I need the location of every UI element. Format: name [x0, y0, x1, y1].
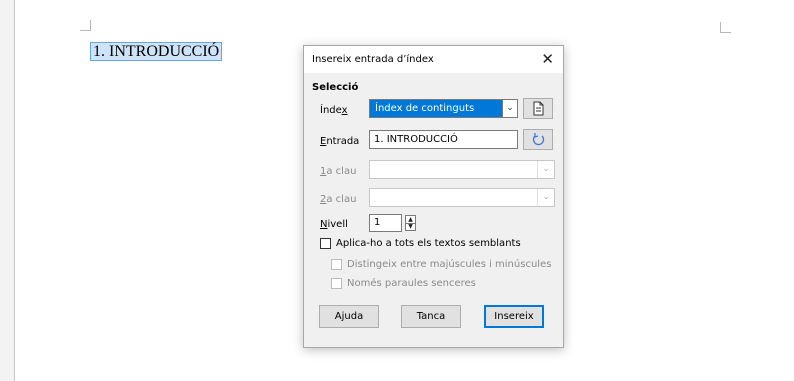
match-case-label: Distingeix entre majúscules i minúscules	[347, 259, 552, 270]
whole-words-label: Només paraules senceres	[347, 278, 476, 289]
level-label: Nivell	[320, 219, 348, 230]
chevron-down-icon[interactable]: ⌄	[537, 161, 554, 178]
insert-index-entry-dialog: Insereix entrada d’índex ✕ Selecció Índe…	[303, 45, 564, 348]
whole-words-checkbox-row[interactable]: Només paraules senceres	[331, 278, 531, 290]
level-field[interactable]: 1	[369, 214, 402, 232]
help-button[interactable]: Ajuda	[319, 305, 379, 328]
match-case-checkbox[interactable]	[331, 259, 342, 270]
section-heading-selection: Selecció	[312, 82, 359, 93]
key1-label: 1a clau	[320, 166, 357, 177]
close-button[interactable]: Tanca	[401, 305, 461, 328]
close-icon[interactable]: ✕	[541, 50, 554, 68]
level-spin-buttons[interactable]: ▲ ▼	[405, 215, 416, 231]
key1-combo[interactable]: ⌄	[369, 160, 555, 179]
entry-field[interactable]: 1. INTRODUCCIÓ	[369, 130, 518, 149]
apply-all-checkbox-row[interactable]: Aplica-ho a tots els textos semblants	[320, 238, 550, 250]
refresh-icon	[532, 133, 545, 146]
dialog-titlebar[interactable]: Insereix entrada d’índex ✕	[304, 46, 563, 73]
page-margin-corner-top-right	[720, 22, 731, 33]
apply-all-label: Aplica-ho a tots els textos semblants	[336, 238, 521, 249]
update-entry-button[interactable]	[523, 129, 553, 150]
key2-label: 2a clau	[320, 194, 357, 205]
spin-down-icon[interactable]: ▼	[406, 223, 415, 230]
left-ruler-strip	[0, 0, 15, 381]
chevron-down-icon[interactable]: ⌄	[502, 99, 518, 118]
chevron-down-icon[interactable]: ⌄	[537, 189, 554, 206]
insert-button[interactable]: Insereix	[484, 305, 544, 328]
level-value: 1	[374, 217, 381, 228]
entry-field-value: 1. INTRODUCCIÓ	[374, 134, 458, 145]
apply-all-checkbox[interactable]	[320, 238, 331, 249]
new-user-index-button[interactable]	[523, 98, 553, 119]
index-select-value: Índex de continguts	[375, 103, 475, 114]
whole-words-checkbox[interactable]	[331, 278, 342, 289]
selected-heading-text[interactable]: 1. INTRODUCCIÓ	[90, 42, 223, 61]
match-case-checkbox-row[interactable]: Distingeix entre majúscules i minúscules	[331, 259, 556, 271]
entry-label: Entrada	[320, 136, 360, 147]
index-label: Índex	[320, 105, 348, 116]
page-margin-corner-top-left	[80, 20, 91, 31]
new-document-icon	[533, 101, 544, 116]
index-select[interactable]: Índex de continguts ⌄	[369, 99, 518, 118]
dialog-title: Insereix entrada d’índex	[312, 54, 434, 65]
key2-combo[interactable]: ⌄	[369, 188, 555, 207]
